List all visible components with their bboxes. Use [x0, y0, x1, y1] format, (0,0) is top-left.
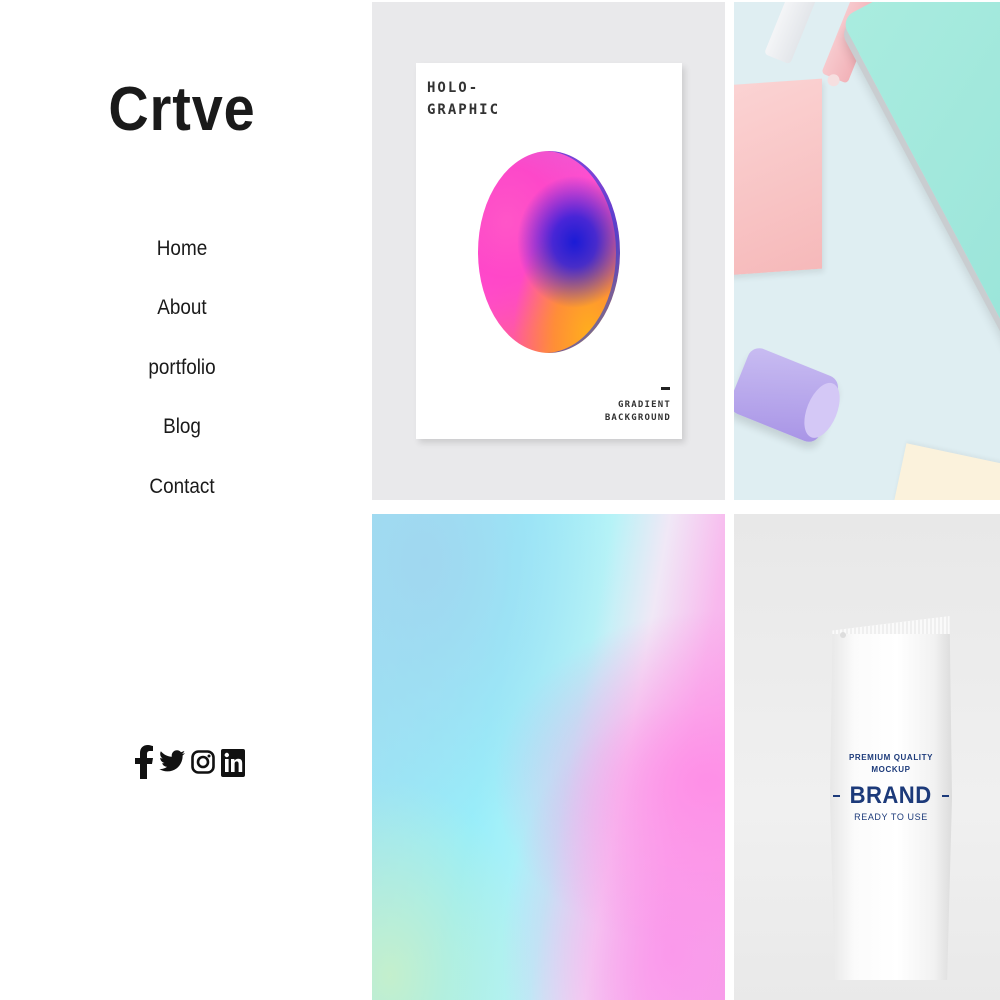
twitter-icon[interactable]: [159, 750, 185, 774]
nav-item-about[interactable]: About: [18, 293, 346, 352]
mint-notebook: [840, 2, 1000, 390]
linkedin-icon[interactable]: [221, 747, 245, 777]
pouch-brand: BRAND: [849, 782, 933, 809]
poster-sub-line2: BACKGROUND: [604, 413, 671, 423]
poster-mockup: HOLO- GRAPHIC GRADIENT BACKGROUND: [416, 63, 682, 439]
facebook-icon[interactable]: [135, 745, 153, 779]
gallery-tile-gradient[interactable]: [372, 514, 725, 1000]
white-pencil: [764, 2, 820, 65]
gallery-tile-stationery[interactable]: [734, 2, 1000, 500]
instagram-icon[interactable]: [191, 749, 215, 775]
nav-item-blog[interactable]: Blog: [18, 412, 346, 471]
pouch-tear-notch: [840, 632, 846, 638]
site-logo[interactable]: Crtve: [18, 74, 346, 145]
poster-sub-line1: GRADIENT: [618, 400, 671, 410]
nav-item-contact[interactable]: Contact: [18, 472, 346, 531]
pouch-mockup: PREMIUM QUALITY MOCKUP BRAND READY TO US…: [830, 616, 952, 980]
sidebar: Crtve Home About portfolio Blog Contact: [0, 0, 364, 1000]
pouch-line1: PREMIUM QUALITY: [848, 753, 934, 762]
social-links: [135, 745, 245, 779]
brand-row: BRAND: [830, 782, 952, 810]
cream-block: [893, 443, 1000, 500]
pouch-line2: MOCKUP: [871, 765, 911, 774]
pouch-tagline: READY TO USE: [854, 812, 928, 822]
main-nav: Home About portfolio Blog Contact: [0, 234, 364, 531]
brand-dash-left: [833, 795, 841, 797]
nav-item-portfolio[interactable]: portfolio: [18, 353, 346, 412]
poster-dash: [661, 387, 670, 390]
poster-title-line2: GRAPHIC: [427, 102, 501, 118]
gallery-tile-pouch[interactable]: PREMIUM QUALITY MOCKUP BRAND READY TO US…: [734, 514, 1000, 1000]
lavender-eraser: [734, 344, 842, 446]
nav-item-home[interactable]: Home: [18, 234, 346, 293]
pouch-seal: [830, 616, 952, 634]
holographic-circle: [478, 151, 620, 353]
poster-subtitle: GRADIENT BACKGROUND: [605, 399, 671, 425]
gallery-tile-poster[interactable]: HOLO- GRAPHIC GRADIENT BACKGROUND: [372, 2, 725, 500]
brand-dash-right: [941, 795, 949, 797]
pouch-label: PREMIUM QUALITY MOCKUP BRAND READY TO US…: [830, 752, 952, 822]
poster-title: HOLO- GRAPHIC: [427, 77, 547, 121]
pink-sticky-notes: [734, 78, 822, 276]
poster-title-line1: HOLO-: [427, 80, 480, 96]
holographic-gradient-image: [372, 514, 725, 1000]
